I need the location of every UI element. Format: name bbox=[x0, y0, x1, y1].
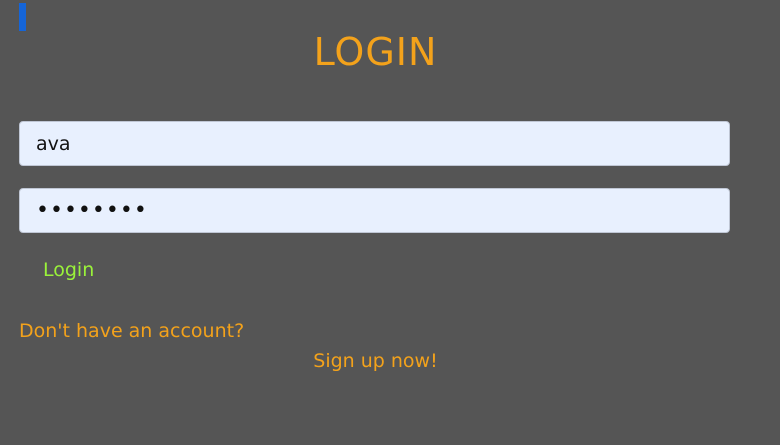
signup-link[interactable]: Sign up now! bbox=[0, 350, 751, 372]
no-account-text: Don't have an account? bbox=[19, 320, 245, 342]
username-input[interactable] bbox=[19, 121, 730, 166]
password-input[interactable] bbox=[19, 188, 730, 233]
page-title: LOGIN bbox=[313, 30, 438, 74]
focus-indicator-bar bbox=[19, 3, 26, 31]
login-button[interactable]: Login bbox=[43, 259, 94, 281]
